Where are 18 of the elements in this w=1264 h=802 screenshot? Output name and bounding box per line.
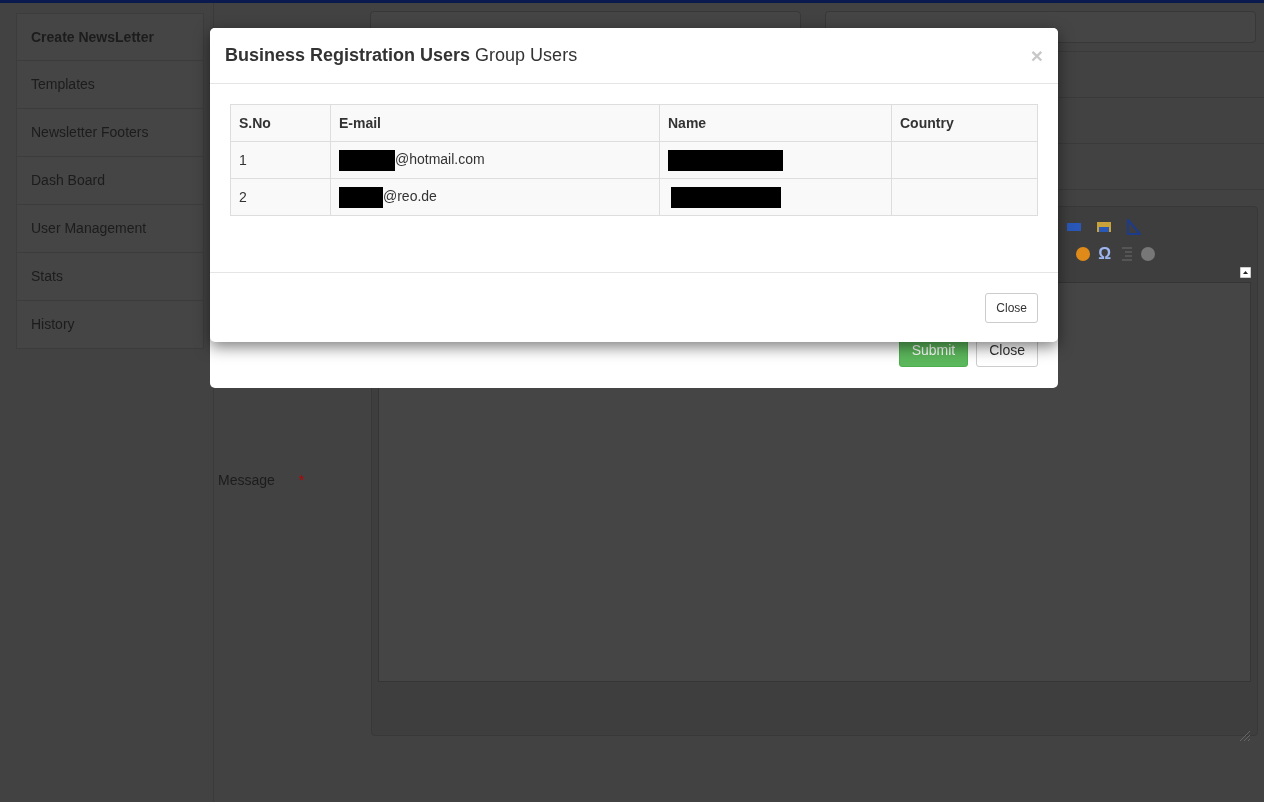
modal-title: Business Registration Users Group Users	[225, 44, 578, 67]
close-button[interactable]: Close	[985, 292, 1038, 323]
table-cell: 1	[230, 141, 331, 179]
required-mark: *	[298, 471, 305, 490]
symbol-button[interactable]: Ω	[1098, 246, 1111, 262]
column-header: S.No	[230, 104, 331, 142]
email-text: @hotmail.com	[395, 151, 485, 168]
smiley-icon[interactable]	[1076, 247, 1091, 261]
image-icon[interactable]	[1097, 222, 1111, 232]
table-cell: 2	[230, 178, 331, 216]
email-text: @reo.de	[383, 188, 437, 205]
close-button[interactable]: ×	[1030, 45, 1043, 66]
column-header: Country	[891, 104, 1038, 142]
resize-grip-icon[interactable]	[1239, 730, 1251, 742]
column-header: E-mail	[330, 104, 660, 142]
collapse-icon[interactable]	[1240, 267, 1251, 278]
globe-icon[interactable]	[1141, 247, 1155, 261]
column-header: Name	[659, 104, 892, 142]
